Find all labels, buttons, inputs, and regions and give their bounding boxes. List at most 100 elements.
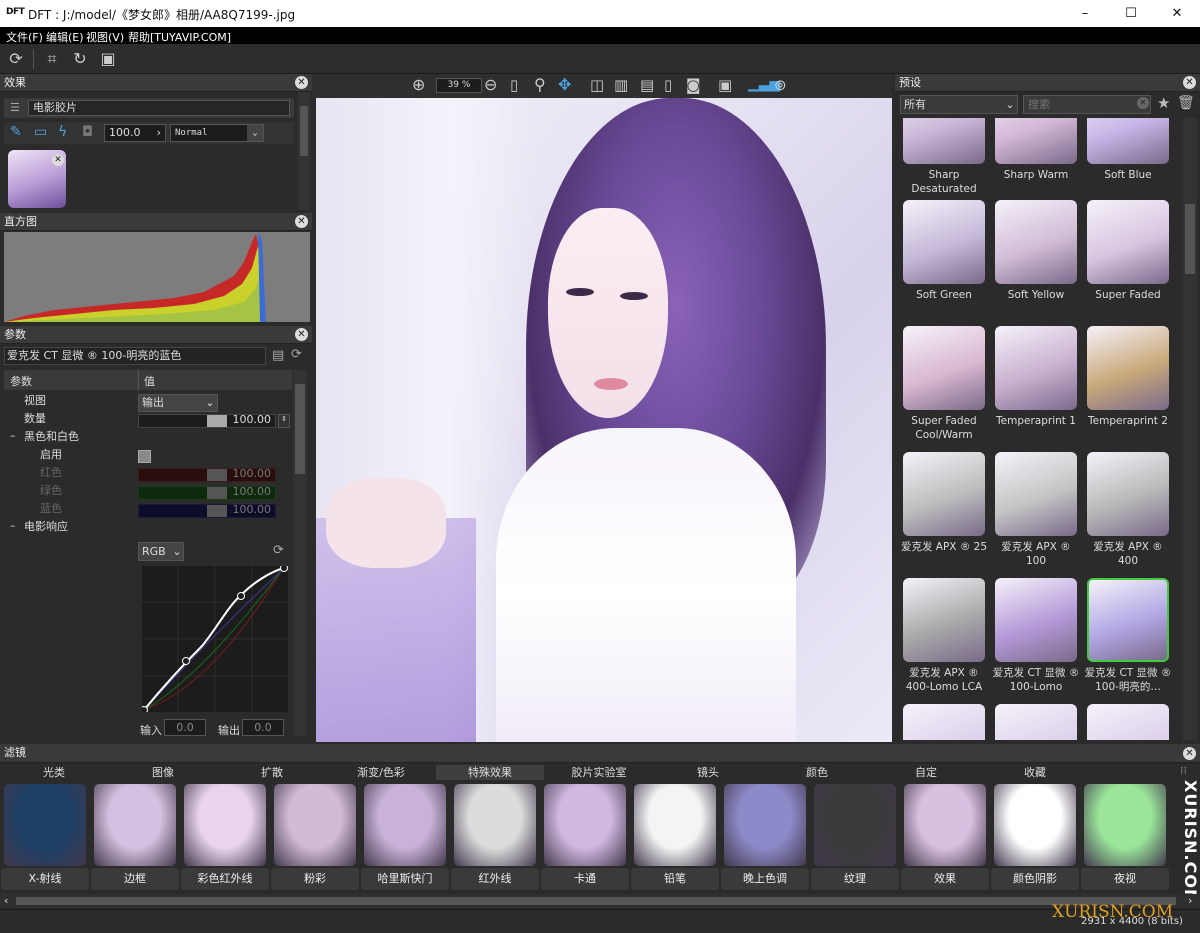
filters-scrollbar[interactable]: ‹ › xyxy=(0,894,1200,908)
scroll-right-icon[interactable]: › xyxy=(1188,894,1192,907)
filter-thumbnail[interactable] xyxy=(274,784,356,866)
close-histogram-icon[interactable]: ✕ xyxy=(295,215,308,228)
curve-output-field[interactable]: 0.0 xyxy=(242,719,284,736)
params-scrollbar[interactable] xyxy=(293,370,307,736)
preset-thumbnail[interactable] xyxy=(995,452,1077,536)
preset-thumbnail[interactable] xyxy=(903,452,985,536)
preset-name-field[interactable]: 爱克发 CT 显微 ® 100-明亮的蓝色 xyxy=(4,347,266,365)
preset-thumbnail[interactable] xyxy=(995,578,1077,662)
split-view-icon[interactable]: ◫ xyxy=(590,76,604,94)
trash-icon[interactable]: 🗑 xyxy=(1177,95,1195,111)
minimize-button[interactable]: – xyxy=(1062,0,1108,27)
filter-thumbnail[interactable] xyxy=(904,784,986,866)
chevron-right-icon[interactable]: › xyxy=(157,125,161,141)
preset-thumbnail[interactable] xyxy=(903,578,985,662)
menu-view[interactable]: 视图(V) xyxy=(86,29,124,45)
mask-icon[interactable]: ◘ xyxy=(82,124,93,140)
remove-effect-icon[interactable]: ✕ xyxy=(52,154,64,166)
enable-checkbox[interactable] xyxy=(138,450,151,463)
maximize-button[interactable]: ☐ xyxy=(1108,0,1154,27)
edit-effect-icon[interactable]: ✎ xyxy=(10,124,22,140)
magnifier-icon[interactable]: ⚲ xyxy=(534,75,546,94)
lightning-icon[interactable]: ϟ xyxy=(58,124,67,140)
effects-scrollbar[interactable] xyxy=(298,92,310,210)
filter-thumbnail[interactable] xyxy=(814,784,896,866)
save-preset-icon[interactable]: ▤ xyxy=(272,348,284,363)
menu-edit[interactable]: 编辑(E) xyxy=(46,29,84,45)
preset-thumbnail[interactable] xyxy=(1087,578,1169,662)
page-icon[interactable]: ▯ xyxy=(664,76,672,94)
reset-icon[interactable]: ⟳ xyxy=(291,347,302,362)
preset-thumbnail[interactable] xyxy=(1087,200,1169,284)
side-by-side-icon[interactable]: ▥ xyxy=(614,76,628,94)
camera-icon[interactable]: ◙ xyxy=(686,76,701,94)
preset-thumbnail[interactable] xyxy=(1087,326,1169,410)
preset-thumbnail[interactable] xyxy=(1087,704,1169,740)
chevron-down-icon[interactable]: ⌄ xyxy=(1003,96,1017,113)
filter-tab[interactable]: 镜头 xyxy=(654,765,762,780)
green-slider[interactable]: 100.00 xyxy=(138,485,276,500)
loupe-icon[interactable]: ⊚ xyxy=(774,76,787,94)
tone-curve-editor[interactable] xyxy=(142,566,288,712)
amount-slider[interactable]: 100.00 xyxy=(138,413,276,428)
effect-name-field[interactable]: 电影胶片 xyxy=(28,100,290,116)
filter-thumbnail[interactable] xyxy=(994,784,1076,866)
chevron-down-icon[interactable]: ⌄ xyxy=(171,543,183,560)
preset-thumbnail[interactable] xyxy=(1087,118,1169,164)
filter-thumbnail[interactable] xyxy=(94,784,176,866)
preset-thumbnail[interactable] xyxy=(995,200,1077,284)
filter-thumbnail[interactable] xyxy=(364,784,446,866)
fit-page-icon[interactable]: ▯ xyxy=(510,76,518,94)
crop-icon[interactable]: ⌗ xyxy=(40,48,64,70)
collapse-icon[interactable]: – xyxy=(10,429,16,442)
filter-thumbnail[interactable] xyxy=(724,784,806,866)
split-horizontal-icon[interactable]: ▤ xyxy=(640,76,654,94)
preset-thumbnail[interactable] xyxy=(903,200,985,284)
clear-search-icon[interactable]: ✕ xyxy=(1137,97,1149,109)
close-parameters-icon[interactable]: ✕ xyxy=(295,328,308,341)
menu-help[interactable]: 帮助[TUYAVIP.COM] xyxy=(128,29,231,45)
photo-canvas[interactable] xyxy=(316,98,892,742)
star-icon[interactable]: ★ xyxy=(1157,94,1170,112)
presets-scrollbar[interactable] xyxy=(1183,118,1197,740)
filter-thumbnail[interactable] xyxy=(544,784,626,866)
preset-thumbnail[interactable] xyxy=(995,118,1077,164)
preset-category-select[interactable]: 所有 ⌄ xyxy=(900,95,1018,114)
preset-thumbnail[interactable] xyxy=(903,326,985,410)
filter-tab[interactable]: 自定 xyxy=(872,765,980,780)
effect-row[interactable]: ☰ 电影胶片 xyxy=(4,98,294,118)
close-window-button[interactable]: ✕ xyxy=(1154,0,1200,27)
zoom-field[interactable]: 39 % xyxy=(436,78,482,93)
amount-stepper[interactable]: ⇕ xyxy=(278,414,290,428)
scroll-left-icon[interactable]: ‹ xyxy=(4,894,8,907)
chevron-down-icon[interactable]: ⌄ xyxy=(203,395,217,411)
filter-tab[interactable]: 胶片实验室 xyxy=(545,765,653,780)
fit-frame-icon[interactable]: ▣ xyxy=(96,48,120,70)
opacity-input[interactable]: 100.0 › xyxy=(104,124,166,142)
filter-tab[interactable]: 特殊效果 xyxy=(436,765,544,780)
chevron-down-icon[interactable]: ⌄ xyxy=(247,125,263,141)
filter-tab[interactable]: 光类 xyxy=(0,765,108,780)
curve-input-field[interactable]: 0.0 xyxy=(164,719,206,736)
collapse-icon[interactable]: – xyxy=(10,519,16,532)
preset-thumbnail[interactable] xyxy=(903,704,985,740)
preset-thumbnail[interactable] xyxy=(995,704,1077,740)
filter-thumbnail[interactable] xyxy=(454,784,536,866)
photo-compare-icon[interactable]: ▣ xyxy=(718,76,732,94)
filter-tab[interactable]: 渐变/色彩 xyxy=(327,765,435,780)
filter-tab[interactable]: 图像 xyxy=(109,765,217,780)
red-slider[interactable]: 100.00 xyxy=(138,467,276,482)
filter-thumbnail[interactable] xyxy=(4,784,86,866)
view-select[interactable]: 输出 ⌄ xyxy=(138,394,218,412)
rotate-icon[interactable]: ↻ xyxy=(68,48,92,70)
menu-file[interactable]: 文件(F) xyxy=(6,29,43,45)
blue-slider[interactable]: 100.00 xyxy=(138,503,276,518)
blend-mode-select[interactable]: Normal ⌄ xyxy=(170,124,264,142)
preset-thumbnail[interactable] xyxy=(995,326,1077,410)
close-effects-icon[interactable]: ✕ xyxy=(295,76,308,89)
pan-icon[interactable]: ✥ xyxy=(558,75,571,94)
preset-search-input[interactable] xyxy=(1023,95,1151,114)
refresh-icon[interactable]: ⟳ xyxy=(4,48,28,70)
filter-thumbnail[interactable] xyxy=(184,784,266,866)
preset-thumbnail[interactable] xyxy=(903,118,985,164)
